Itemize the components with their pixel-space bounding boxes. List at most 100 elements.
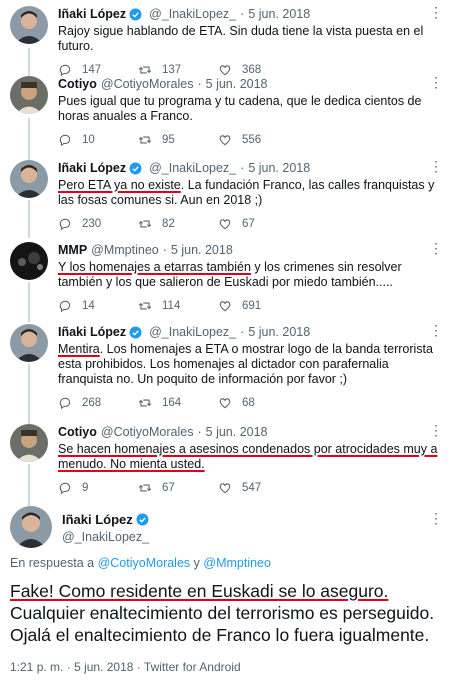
reply-user-link[interactable]: @CotiyoMorales [98, 556, 191, 570]
avatar[interactable] [10, 424, 48, 462]
tweet-date[interactable]: 5 jun. 2018 [206, 76, 268, 92]
more-options-icon[interactable]: ⋮ [429, 74, 444, 91]
reply-count: 9 [82, 482, 89, 494]
tweet-date[interactable]: 5 jun. 2018 [171, 242, 233, 258]
reply-button[interactable]: 268 [58, 396, 138, 410]
like-button[interactable]: 68 [218, 396, 298, 410]
avatar[interactable] [10, 76, 48, 114]
retweet-button[interactable]: 67 [138, 481, 218, 495]
tweet-date[interactable]: 5 jun. 2018 [248, 324, 310, 340]
tweet-text-rest: Cualquier enaltecimiento del terrorismo … [10, 603, 435, 645]
like-count: 67 [242, 218, 255, 230]
avatar[interactable] [10, 506, 52, 548]
reply-count: 14 [82, 300, 95, 312]
tweet[interactable]: Cotiyo @CotiyoMorales · 5 jun. 2018 ⋮ Pues ig… [0, 70, 456, 153]
underlined-text: Se hacen homenajes a asesinos condenados… [58, 442, 438, 471]
author-handle[interactable]: @CotiyoMorales [101, 76, 194, 92]
reply-button[interactable]: 9 [58, 481, 138, 495]
author-name-row[interactable]: Iñaki López [62, 512, 152, 527]
tweet-actions: 268 164 68 [58, 390, 446, 416]
tweet-meta: 1:21 p. m. · 5 jun. 2018 · Twitter for A… [10, 660, 241, 674]
author-name[interactable]: Iñaki López [62, 512, 133, 527]
tweet-date[interactable]: 5 jun. 2018 [248, 160, 310, 176]
author-handle[interactable]: @Mmptineo [91, 242, 159, 258]
tweet-time[interactable]: 1:21 p. m. [10, 660, 63, 674]
tweet-text-segment: . Los homenajes a ETA o mostrar logo de … [58, 342, 433, 386]
underlined-text: Y los homenajes a etarras también [58, 260, 251, 274]
retweet-count: 95 [162, 134, 175, 146]
author-handle[interactable]: @_InakiLopez_ [149, 160, 236, 176]
tweet-date[interactable]: 5 jun. 2018 [206, 424, 268, 440]
author-name[interactable]: Iñaki López [58, 324, 126, 340]
like-button[interactable]: 691 [218, 299, 298, 313]
like-icon [218, 217, 242, 231]
tweet[interactable]: MMP @Mmptineo · 5 jun. 2018 ⋮ Y los homenajes… [0, 236, 456, 319]
verified-badge-icon [136, 513, 149, 526]
tweet-header: Cotiyo @CotiyoMorales · 5 jun. 2018 [58, 424, 446, 440]
tweet-header: Iñaki López @_InakiLopez_ · 5 jun. 2018 [58, 160, 446, 176]
reply-user-link[interactable]: @Mmptineo [203, 556, 271, 570]
author-name[interactable]: MMP [58, 242, 87, 258]
more-options-icon[interactable]: ⋮ [429, 4, 444, 21]
reply-icon [58, 481, 82, 495]
more-options-icon[interactable]: ⋮ [429, 510, 444, 527]
retweet-icon [138, 133, 162, 147]
author-handle[interactable]: @_InakiLopez_ [149, 6, 236, 22]
tweet-text: Pero ETA ya no existe. La fundación Fran… [58, 178, 446, 208]
tweet-text: Pues igual que tu programa y tu cadena, … [58, 94, 446, 124]
tweet[interactable]: Cotiyo @CotiyoMorales · 5 jun. 2018 ⋮ Se hace… [0, 418, 456, 501]
separator-dot: · [240, 161, 245, 175]
like-icon [218, 299, 242, 313]
tweet-date[interactable]: 5 jun. 2018 [74, 660, 133, 674]
more-options-icon[interactable]: ⋮ [429, 322, 444, 339]
tweet[interactable]: Iñaki López @_InakiLopez_ · 5 jun. 2018 ⋮ Per… [0, 154, 456, 237]
avatar[interactable] [10, 160, 48, 198]
retweet-button[interactable]: 114 [138, 299, 218, 313]
tweet-actions: 14 114 691 [58, 293, 446, 319]
tweet[interactable]: Iñaki López @_InakiLopez_ · 5 jun. 2018 ⋮ Men… [0, 318, 456, 416]
like-count: 556 [242, 134, 262, 146]
tweet-actions: 230 82 67 [58, 211, 446, 237]
like-count: 68 [242, 397, 255, 409]
retweet-button[interactable]: 95 [138, 133, 218, 147]
reply-conjunction: y [193, 556, 200, 570]
like-button[interactable]: 556 [218, 133, 298, 147]
more-options-icon[interactable]: ⋮ [429, 422, 444, 439]
like-button[interactable]: 67 [218, 217, 298, 231]
more-options-icon[interactable]: ⋮ [429, 240, 444, 257]
separator-dot: · [162, 243, 167, 257]
retweet-button[interactable]: 82 [138, 217, 218, 231]
author-name[interactable]: Iñaki López [58, 160, 126, 176]
tweet-thread: Iñaki López @_InakiLopez_ · 5 jun. 2018 ⋮ Raj… [0, 0, 456, 680]
tweet-source[interactable]: Twitter for Android [144, 660, 241, 674]
more-options-icon[interactable]: ⋮ [429, 158, 444, 175]
tweet-date[interactable]: 5 jun. 2018 [248, 6, 310, 22]
tweet-text: Mentira. Los homenajes a ETA o mostrar l… [58, 342, 446, 387]
retweet-count: 164 [162, 397, 182, 409]
author-handle[interactable]: @CotiyoMorales [101, 424, 194, 440]
like-icon [218, 133, 242, 147]
reply-button[interactable]: 230 [58, 217, 138, 231]
author-handle[interactable]: @_InakiLopez_ [62, 530, 149, 544]
author-handle[interactable]: @_InakiLopez_ [149, 324, 236, 340]
retweet-count: 67 [162, 482, 175, 494]
reply-button[interactable]: 10 [58, 133, 138, 147]
avatar[interactable] [10, 242, 48, 280]
author-name[interactable]: Cotiyo [58, 76, 97, 92]
tweet-text: Se hacen homenajes a asesinos condenados… [58, 442, 446, 472]
reply-count: 10 [82, 134, 95, 146]
reply-button[interactable]: 14 [58, 299, 138, 313]
like-button[interactable]: 547 [218, 481, 298, 495]
retweet-button[interactable]: 164 [138, 396, 218, 410]
retweet-count: 82 [162, 218, 175, 230]
author-name[interactable]: Iñaki López [58, 6, 126, 22]
reply-icon [58, 396, 82, 410]
reply-context: En respuesta a @CotiyoMorales y @Mmptine… [10, 556, 271, 570]
tweet-header: Iñaki López @_InakiLopez_ · 5 jun. 2018 [58, 6, 446, 22]
separator-dot: · [240, 7, 245, 21]
author-name[interactable]: Cotiyo [58, 424, 97, 440]
avatar[interactable] [10, 6, 48, 44]
avatar[interactable] [10, 324, 48, 362]
retweet-icon [138, 396, 162, 410]
retweet-count: 114 [162, 300, 181, 312]
